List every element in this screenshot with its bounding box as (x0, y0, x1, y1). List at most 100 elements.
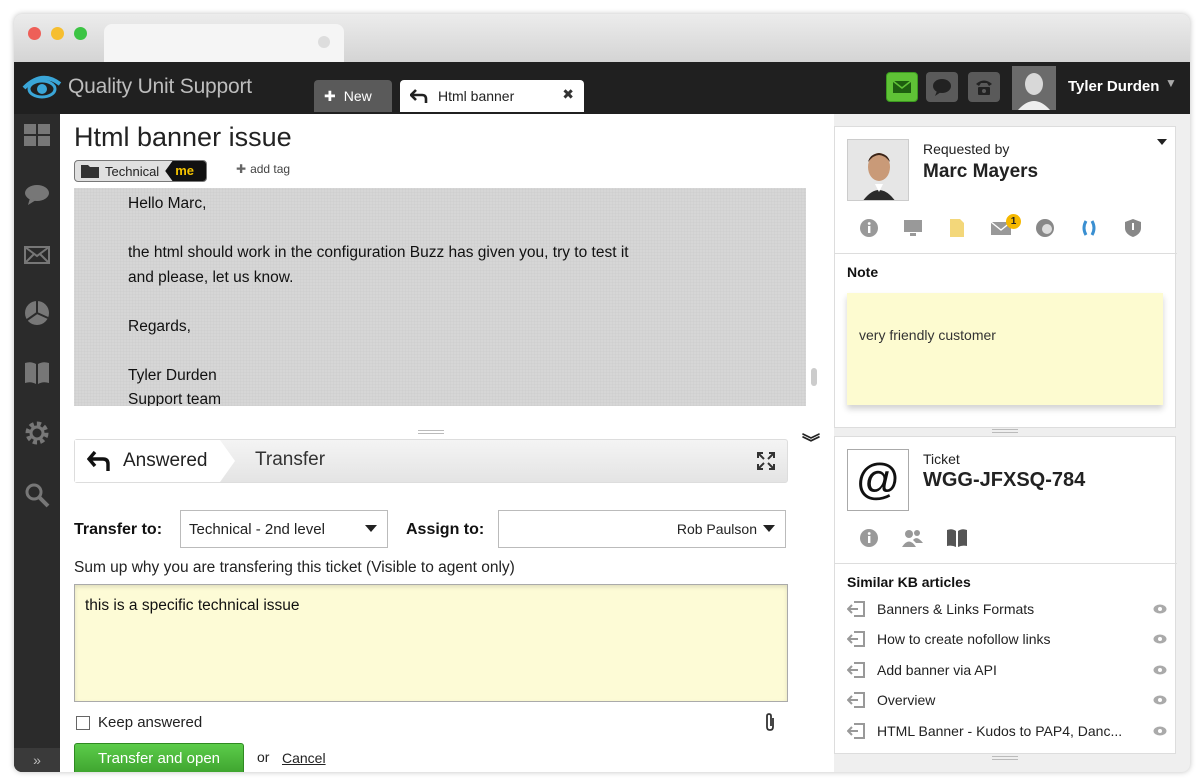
kb-article[interactable]: How to create nofollow links (847, 627, 1167, 651)
kb-article[interactable]: Add banner via API (847, 658, 1167, 682)
info-icon[interactable] (847, 523, 891, 553)
ticket-label: Ticket (923, 451, 960, 467)
eye-icon[interactable] (1153, 631, 1167, 647)
divider (835, 563, 1177, 564)
note-title: Note (847, 264, 879, 280)
article-link-icon (847, 662, 865, 678)
ticket-tabs (847, 523, 979, 553)
eye-icon[interactable] (1153, 723, 1167, 739)
users-icon[interactable] (891, 523, 935, 553)
ticket-info-panel: @ Ticket WGG-JFXSQ-784 Similar KB articl… (834, 436, 1177, 754)
customer-note[interactable]: very friendly customer (847, 293, 1163, 405)
knowledgebase-book-icon[interactable] (935, 523, 979, 553)
ticket-detail: Html banner issue Technical me ✚ add tag … (60, 114, 834, 772)
search-icon[interactable] (22, 480, 52, 510)
keep-answered-option[interactable]: Keep answered (76, 714, 202, 731)
info-icon[interactable] (847, 213, 891, 243)
logo[interactable]: Quality Unit Support (22, 74, 252, 100)
fullscreen-icon[interactable] (757, 452, 775, 475)
user-name[interactable]: Tyler Durden (1068, 78, 1159, 95)
attachment-paperclip-icon[interactable] (764, 712, 776, 737)
add-tag-button[interactable]: ✚ add tag (236, 162, 290, 176)
settings-gear-icon[interactable] (22, 418, 52, 448)
divider (835, 253, 1177, 254)
transfer-note-input[interactable]: this is a specific technical issue (74, 584, 788, 702)
kb-article[interactable]: Overview (847, 688, 1167, 712)
chat-icon[interactable] (22, 180, 52, 210)
browser-window: Quality Unit Support ✚ New Html banner ✖… (14, 14, 1190, 772)
messages-icon[interactable]: 1 (979, 213, 1023, 243)
action-bar: Answered Transfer (74, 439, 788, 483)
chevron-down-icon (365, 525, 377, 532)
tab-html-banner[interactable]: Html banner ✖ (400, 80, 584, 112)
kb-article[interactable]: HTML Banner - Kudos to PAP4, Danc... (847, 719, 1167, 743)
transfer-and-open-button[interactable]: Transfer and open (74, 743, 244, 772)
eye-icon[interactable] (1153, 662, 1167, 678)
keep-answered-checkbox[interactable] (76, 715, 90, 730)
mail-icon[interactable] (22, 240, 52, 270)
kb-article-title: HTML Banner - Kudos to PAP4, Danc... (877, 723, 1123, 739)
kb-article[interactable]: Banners & Links Formats (847, 597, 1167, 621)
logo-text: Quality Unit Support (68, 75, 252, 98)
kb-title: Similar KB articles (847, 574, 971, 590)
phone-channel-button[interactable] (968, 72, 1000, 102)
chevron-down-icon[interactable] (1157, 139, 1167, 145)
knowledgebase-book-icon[interactable] (22, 358, 52, 388)
eye-logo-icon (22, 76, 62, 99)
tab-new-label: New (343, 88, 372, 104)
resize-handle[interactable] (418, 430, 444, 434)
plus-icon: ✚ (324, 87, 336, 104)
requester-photo-icon (848, 140, 908, 200)
phone-icon (976, 80, 992, 95)
reports-pie-icon[interactable] (22, 298, 52, 328)
reply-icon (410, 89, 428, 103)
assign-to-select[interactable]: Rob Paulson (498, 510, 786, 548)
user-menu-caret-icon[interactable]: ▼ (1165, 76, 1177, 90)
eye-icon[interactable] (1153, 601, 1167, 617)
tab-html-banner-label: Html banner (438, 88, 515, 104)
dashboard-icon[interactable] (22, 120, 52, 150)
article-link-icon (847, 692, 865, 708)
or-label: or (257, 749, 270, 765)
shield-icon[interactable] (1111, 213, 1155, 243)
monitor-icon[interactable] (891, 213, 935, 243)
message-line: and please, let us know. (128, 268, 294, 286)
collapse-chevron-icon[interactable]: ︾ (802, 429, 820, 455)
mail-channel-button[interactable] (886, 72, 918, 102)
chat-channel-button[interactable] (926, 72, 958, 102)
right-column: Requested by Marc Mayers 1 Note very fri… (834, 114, 1190, 772)
user-avatar[interactable] (1012, 66, 1056, 110)
mailchimp-icon[interactable] (1023, 213, 1067, 243)
browser-tab[interactable] (104, 24, 344, 62)
folder-icon (81, 165, 99, 178)
answered-action[interactable]: Answered (75, 440, 235, 482)
left-sidebar: » (14, 114, 60, 772)
minimize-window-button[interactable] (51, 27, 64, 40)
browser-titlebar (14, 14, 1190, 62)
sync-icon[interactable] (1067, 213, 1111, 243)
department-tag[interactable]: Technical me (74, 160, 207, 182)
note-page-icon[interactable] (935, 213, 979, 243)
expand-sidebar-icon[interactable]: » (14, 748, 60, 772)
maximize-window-button[interactable] (74, 27, 87, 40)
assign-to-label: Assign to: (406, 521, 485, 538)
resize-handle[interactable] (992, 429, 1018, 433)
tab-new[interactable]: ✚ New (314, 80, 392, 112)
message-line: the html should work in the configuratio… (128, 244, 629, 261)
article-link-icon (847, 723, 865, 739)
requested-by-label: Requested by (923, 141, 1010, 157)
eye-icon[interactable] (1153, 692, 1167, 708)
message-line: Tyler Durden (128, 366, 217, 384)
resize-handle[interactable] (992, 756, 1018, 760)
close-tab-icon[interactable]: ✖ (562, 86, 574, 103)
transfer-action[interactable]: Transfer (255, 449, 325, 471)
chat-bubble-icon (933, 79, 951, 96)
at-sign-icon: @ (847, 449, 909, 511)
message-line: Support team (128, 391, 222, 406)
message-scrollbar[interactable] (811, 368, 817, 386)
cancel-link[interactable]: Cancel (282, 750, 326, 766)
kb-article-title: Banners & Links Formats (877, 601, 1035, 617)
close-window-button[interactable] (28, 27, 41, 40)
message-line: Regards, (128, 317, 191, 335)
transfer-to-select[interactable]: Technical - 2nd level (180, 510, 388, 548)
